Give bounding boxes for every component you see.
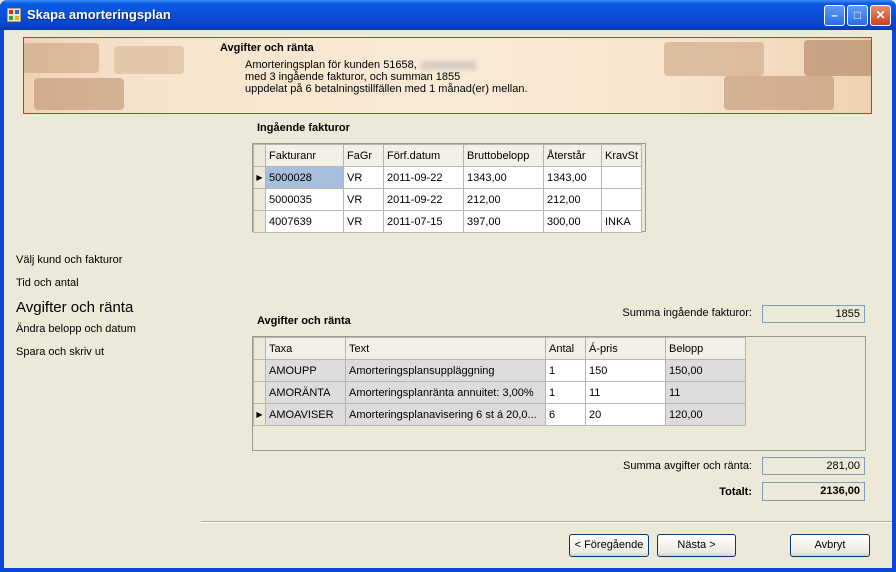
- banknote-image: [804, 40, 871, 76]
- nav-item-time-and-count[interactable]: Tid och antal: [16, 277, 79, 289]
- table-cell[interactable]: 150,00: [665, 359, 746, 382]
- window-title: Skapa amorteringsplan: [27, 7, 171, 22]
- invoices-header-row: Fakturanr FaGr Förf.datum Bruttobelopp Å…: [253, 144, 643, 167]
- table-cell[interactable]: [600, 188, 643, 211]
- table-row[interactable]: 5000035 VR 2011-09-22 212,00 212,00: [253, 188, 643, 211]
- title-bar[interactable]: Skapa amorteringsplan – □ ✕: [0, 0, 896, 30]
- close-icon: ✕: [875, 8, 886, 22]
- column-header[interactable]: Taxa: [265, 337, 346, 360]
- table-cell[interactable]: 2011-07-15: [383, 210, 464, 233]
- invoices-title: Ingående fakturor: [257, 122, 350, 134]
- header-banner: Avgifter och ränta Amorteringsplan för k…: [23, 37, 872, 114]
- table-cell[interactable]: AMORÄNTA: [265, 381, 346, 404]
- table-cell[interactable]: 1: [545, 381, 586, 404]
- app-icon: [7, 8, 21, 22]
- table-cell[interactable]: VR: [343, 166, 384, 189]
- table-row[interactable]: ▶ 5000028 VR 2011-09-22 1343,00 1343,00: [253, 166, 643, 189]
- sum-fees-field: 281,00: [762, 457, 865, 475]
- invoices-grid[interactable]: Fakturanr FaGr Förf.datum Bruttobelopp Å…: [252, 143, 646, 233]
- banknote-image: [24, 43, 99, 73]
- banner-line-3: uppdelat på 6 betalningstillfällen med 1…: [245, 83, 528, 95]
- row-pointer-icon: ▶: [253, 403, 266, 426]
- table-cell[interactable]: 1: [545, 359, 586, 382]
- cancel-button[interactable]: Avbryt: [790, 534, 870, 557]
- table-row[interactable]: AMOUPP Amorteringsplansuppläggning 1 150…: [253, 359, 746, 382]
- table-cell[interactable]: 1343,00: [543, 166, 602, 189]
- table-cell[interactable]: 4007639: [265, 210, 344, 233]
- total-label: Totalt:: [719, 486, 752, 498]
- column-header[interactable]: Text: [345, 337, 546, 360]
- table-cell[interactable]: AMOAVISER: [265, 403, 346, 426]
- table-row[interactable]: ▶ AMOAVISER Amorteringsplanavisering 6 s…: [253, 403, 746, 426]
- sum-invoices-label: Summa ingående fakturor:: [622, 307, 752, 319]
- app-window: Skapa amorteringsplan – □ ✕ Avgifter och…: [0, 0, 896, 572]
- separator: [201, 521, 892, 523]
- maximize-icon: □: [853, 8, 862, 22]
- table-cell[interactable]: 300,00: [543, 210, 602, 233]
- table-cell[interactable]: 11: [665, 381, 746, 404]
- banknote-image: [664, 42, 764, 76]
- minimize-button[interactable]: –: [824, 5, 845, 26]
- client-area: Avgifter och ränta Amorteringsplan för k…: [4, 30, 892, 568]
- sum-invoices-field: 1855: [762, 305, 865, 323]
- banknote-image: [34, 78, 124, 110]
- table-cell[interactable]: 2011-09-22: [383, 188, 464, 211]
- table-cell[interactable]: 11: [585, 381, 666, 404]
- total-field: 2136,00: [762, 482, 865, 501]
- column-header[interactable]: Belopp: [665, 337, 746, 360]
- fees-title: Avgifter och ränta: [257, 315, 351, 327]
- sum-fees-label: Summa avgifter och ränta:: [622, 460, 752, 472]
- fees-header-row: Taxa Text Antal Á-pris Belopp: [253, 337, 746, 360]
- column-header[interactable]: Á-pris: [585, 337, 666, 360]
- column-header[interactable]: Återstår: [543, 144, 602, 167]
- table-cell[interactable]: VR: [343, 188, 384, 211]
- column-header[interactable]: FaGr: [343, 144, 384, 167]
- column-header[interactable]: Bruttobelopp: [463, 144, 544, 167]
- table-cell[interactable]: 212,00: [543, 188, 602, 211]
- banner-line-2: med 3 ingående fakturor, och summan 1855: [245, 71, 461, 83]
- table-row[interactable]: AMORÄNTA Amorteringsplanränta annuitet: …: [253, 381, 746, 404]
- banner-line-1: Amorteringsplan för kunden 51658,: [245, 59, 476, 71]
- banner-title: Avgifter och ränta: [220, 42, 314, 54]
- table-cell[interactable]: 6: [545, 403, 586, 426]
- table-cell[interactable]: 2011-09-22: [383, 166, 464, 189]
- table-cell[interactable]: AMOUPP: [265, 359, 346, 382]
- nav-item-fees-and-interest[interactable]: Avgifter och ränta: [16, 299, 133, 316]
- banknote-image: [724, 76, 834, 110]
- table-row[interactable]: 4007639 VR 2011-07-15 397,00 300,00 INKA: [253, 210, 643, 233]
- table-cell[interactable]: 20: [585, 403, 666, 426]
- nav-item-save-and-print[interactable]: Spara och skriv ut: [16, 346, 104, 358]
- close-button[interactable]: ✕: [870, 5, 891, 26]
- maximize-button[interactable]: □: [847, 5, 868, 26]
- row-pointer-icon: ▶: [253, 166, 266, 189]
- table-cell[interactable]: Amorteringsplansuppläggning: [345, 359, 546, 382]
- redacted-name: [420, 60, 476, 70]
- previous-button[interactable]: < Föregående: [569, 534, 649, 557]
- table-cell[interactable]: 5000035: [265, 188, 344, 211]
- table-cell[interactable]: INKA: [600, 210, 643, 233]
- nav-item-choose-customer[interactable]: Välj kund och fakturor: [16, 254, 122, 266]
- nav-item-change-amount[interactable]: Ändra belopp och datum: [16, 323, 136, 335]
- column-header[interactable]: Antal: [545, 337, 586, 360]
- minimize-icon: –: [831, 8, 838, 22]
- column-header[interactable]: Förf.datum: [383, 144, 464, 167]
- table-cell[interactable]: 150: [585, 359, 666, 382]
- table-cell[interactable]: VR: [343, 210, 384, 233]
- table-cell[interactable]: [600, 166, 643, 189]
- table-cell[interactable]: 5000028: [265, 166, 344, 189]
- table-cell[interactable]: 212,00: [463, 188, 544, 211]
- fees-grid[interactable]: Taxa Text Antal Á-pris Belopp AMOUPP Amo…: [252, 336, 866, 451]
- invoices-table: Fakturanr FaGr Förf.datum Bruttobelopp Å…: [253, 144, 643, 233]
- fees-table: Taxa Text Antal Á-pris Belopp AMOUPP Amo…: [253, 337, 746, 426]
- table-cell[interactable]: 120,00: [665, 403, 746, 426]
- banknote-image: [114, 46, 184, 74]
- table-cell[interactable]: Amorteringsplanränta annuitet: 3,00%: [345, 381, 546, 404]
- table-cell[interactable]: 1343,00: [463, 166, 544, 189]
- next-button[interactable]: Nästa >: [657, 534, 736, 557]
- table-cell[interactable]: Amorteringsplanavisering 6 st á 20,0...: [345, 403, 546, 426]
- table-cell[interactable]: 397,00: [463, 210, 544, 233]
- column-header[interactable]: KravSt: [600, 144, 643, 167]
- column-header[interactable]: Fakturanr: [265, 144, 344, 167]
